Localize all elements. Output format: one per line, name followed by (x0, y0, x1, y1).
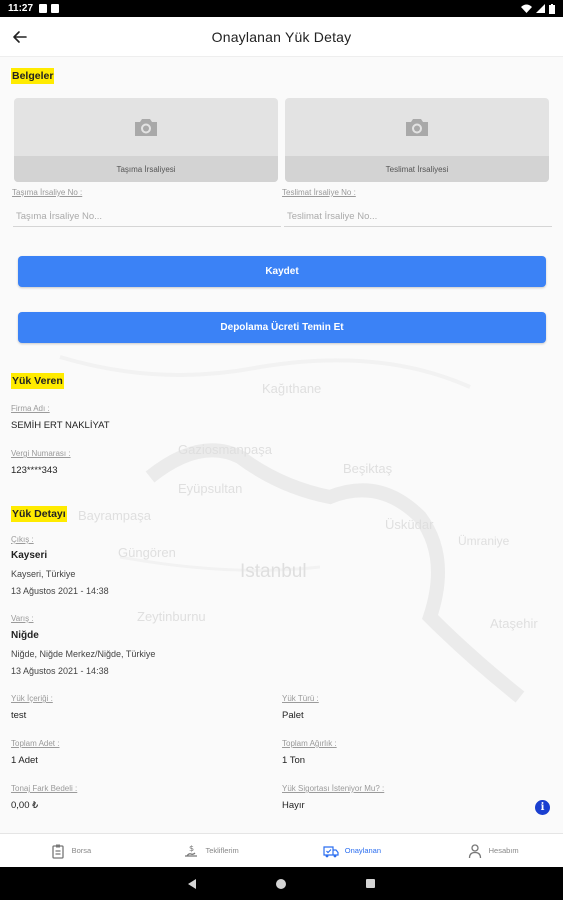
info-icon[interactable]: i (535, 800, 550, 815)
status-time: 11:27 (8, 3, 34, 14)
page-title: Onaylanan Yük Detay (211, 28, 352, 45)
company-label: Firma Adı : (11, 404, 50, 413)
status-bar: 11:27 (0, 0, 563, 17)
departure-date: 13 Ağustos 2021 - 14:38 (11, 586, 109, 596)
company-value: SEMİH ERT NAKLİYAT (11, 420, 110, 431)
nav-item-tekliflerim[interactable]: $ Tekliflerim (141, 834, 282, 867)
nav-item-hesabim[interactable]: Hesabım (422, 834, 563, 867)
system-nav-bar (0, 867, 563, 900)
content-area[interactable]: Kağıthane Gaziosmanpaşa Beşiktaş Eyüpsul… (0, 57, 563, 833)
tonnage-value: 0,00 ₺ (11, 800, 39, 811)
nav-item-onaylanan[interactable]: Onaylanan (282, 834, 423, 867)
nav-label-tekliflerim: Tekliflerim (205, 846, 239, 855)
map-label-istanbul: Istanbul (240, 561, 307, 582)
back-arrow-icon[interactable] (10, 27, 30, 47)
wifi-icon (521, 4, 532, 13)
camera-icon (406, 119, 428, 136)
bottom-nav: Borsa $ Tekliflerim Onaylanan Hesabım (0, 833, 563, 867)
back-triangle-icon[interactable] (188, 878, 196, 889)
camera-icon (135, 119, 157, 136)
arrival-address: Niğde, Niğde Merkez/Niğde, Türkiye (11, 649, 156, 659)
notification-icon (39, 4, 48, 13)
delivery-waybill-photo[interactable]: Teslimat İrsaliyesi (285, 98, 549, 182)
weight-value: 1 Ton (282, 755, 306, 766)
map-label-atasehir: Ataşehir (490, 616, 538, 631)
transport-waybill-photo[interactable]: Taşıma İrsaliyesi (14, 98, 278, 182)
delivery-waybill-label: Teslimat İrsaliye No : (282, 188, 356, 197)
nav-item-borsa[interactable]: Borsa (0, 834, 141, 867)
transport-waybill-label: Taşıma İrsaliye No : (12, 188, 83, 197)
battery-icon (549, 3, 555, 14)
count-label: Toplam Adet : (11, 739, 60, 748)
tax-number-value: 123****343 (11, 465, 58, 476)
offers-icon: $ (185, 844, 198, 857)
map-label-besiktas: Beşiktaş (343, 461, 393, 476)
map-label-umraniye: Ümraniye (458, 534, 510, 548)
arrival-city: Niğde (11, 630, 39, 641)
map-label-zeytinburnu: Zeytinburnu (137, 609, 206, 624)
arrival-label: Varış : (11, 614, 34, 623)
content-label: Yük İçeriği : (11, 694, 53, 703)
app-bar: Onaylanan Yük Detay (0, 17, 563, 57)
map-label-gungoren: Güngören (118, 545, 176, 560)
nav-label-borsa: Borsa (71, 846, 92, 855)
insurance-value: Hayır (282, 800, 305, 811)
map-label-eyupsultan: Eyüpsultan (178, 481, 242, 496)
departure-label: Çıkış : (11, 535, 34, 544)
svg-text:$: $ (189, 844, 194, 853)
signal-icon (536, 4, 545, 13)
nav-label-hesabim: Hesabım (488, 846, 519, 855)
load-section-title: Yük Detayı (11, 506, 67, 522)
arrival-date: 13 Ağustos 2021 - 14:38 (11, 666, 109, 676)
tonnage-label: Tonaj Fark Bedeli : (11, 784, 78, 793)
home-circle-icon[interactable] (276, 878, 286, 889)
content-value: test (11, 710, 27, 721)
delivery-waybill-caption: Teslimat İrsaliyesi (285, 156, 549, 182)
truck-check-icon (323, 845, 339, 857)
map-label-gaziosmanpasa: Gaziosmanpaşa (178, 442, 273, 457)
type-value: Palet (282, 710, 304, 721)
map-label-kagithane: Kağıthane (262, 381, 321, 396)
save-button[interactable]: Kaydet (18, 256, 546, 287)
departure-address: Kayseri, Türkiye (11, 569, 76, 579)
nav-label-onaylanan: Onaylanan (344, 846, 382, 855)
documents-section-title: Belgeler (11, 68, 55, 84)
transport-waybill-caption: Taşıma İrsaliyesi (14, 156, 278, 182)
sim-icon (51, 4, 60, 13)
storage-fee-button[interactable]: Depolama Ücreti Temin Et (18, 312, 546, 343)
person-icon (468, 843, 481, 858)
tax-number-label: Vergi Numarası : (11, 449, 71, 458)
map-label-uskudar: Üsküdar (385, 517, 434, 532)
map-label-bayrampasa: Bayrampaşa (78, 508, 152, 523)
count-value: 1 Adet (11, 755, 38, 766)
transport-waybill-input[interactable]: Taşıma İrsaliye No... (13, 201, 281, 227)
type-label: Yük Türü : (282, 694, 319, 703)
departure-city: Kayseri (11, 550, 48, 561)
insurance-label: Yük Sigortası İsteniyor Mu? : (282, 784, 385, 793)
clipboard-icon (51, 844, 64, 859)
weight-label: Toplam Ağırlık : (282, 739, 337, 748)
recents-square-icon[interactable] (366, 879, 375, 888)
delivery-waybill-input[interactable]: Teslimat İrsaliye No... (284, 201, 552, 227)
shipper-section-title: Yük Veren (11, 373, 64, 389)
